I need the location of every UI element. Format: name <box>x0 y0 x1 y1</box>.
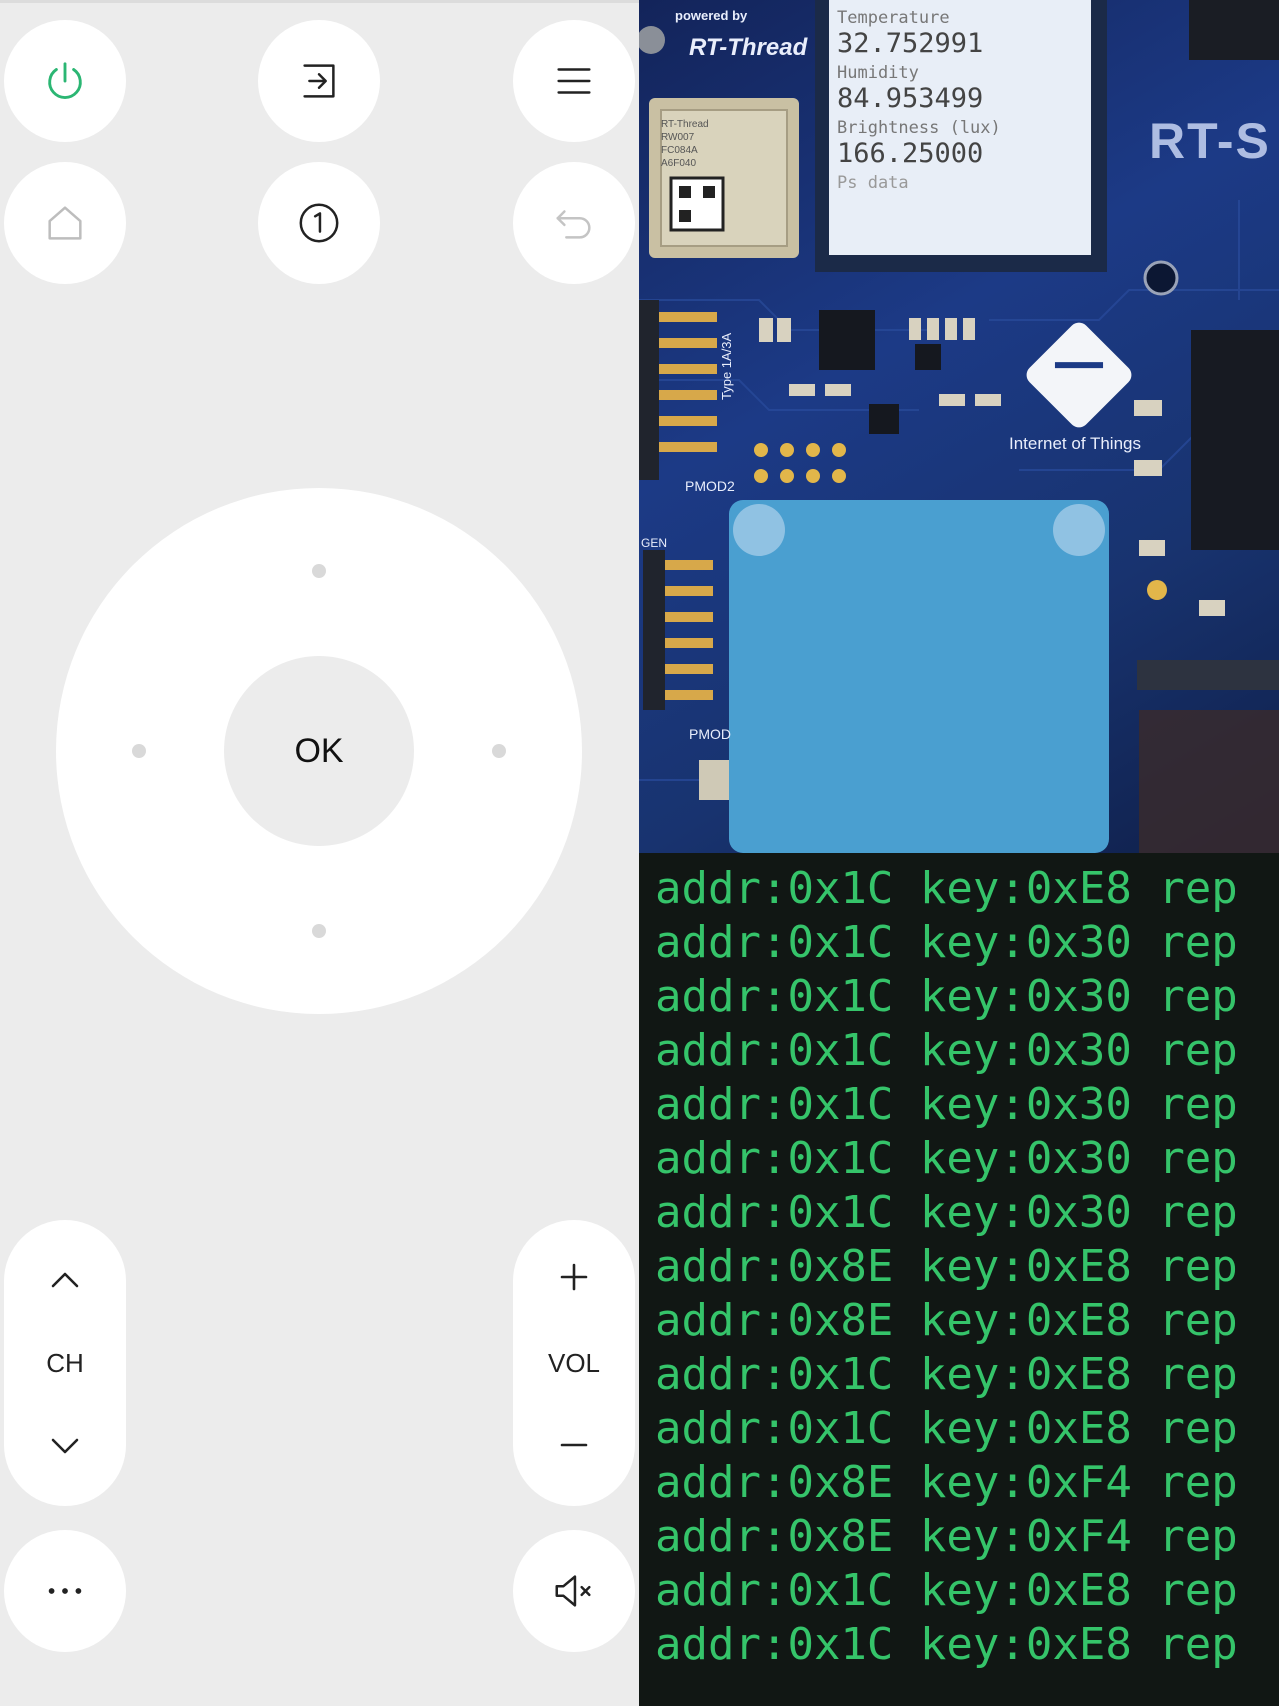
more-button[interactable] <box>4 1530 126 1652</box>
terminal-line: addr:0x1C key:0x30 rep <box>655 1187 1238 1238</box>
more-icon <box>48 1588 82 1594</box>
channel-control: CH <box>4 1220 126 1506</box>
channel-label: CH <box>46 1347 84 1378</box>
volume-up-button[interactable] <box>513 1242 635 1312</box>
dpad-down-dot <box>312 924 326 938</box>
lcd-ps-label: Ps data <box>837 173 909 193</box>
type-label: Type 1A/3A <box>719 332 734 400</box>
lcd-screen: Temperature 32.752991 Humidity 84.953499… <box>837 8 1087 193</box>
lcd-humidity-value: 84.953499 <box>837 83 984 114</box>
home-button[interactable] <box>4 162 126 284</box>
chevron-down-icon <box>51 1438 79 1454</box>
chevron-up-icon <box>51 1272 79 1288</box>
input-button[interactable] <box>258 20 380 142</box>
power-icon <box>48 62 82 99</box>
number-one-icon <box>299 203 339 243</box>
board-name-label: RT-S <box>1149 113 1271 169</box>
channel-down-button[interactable] <box>4 1410 126 1480</box>
gen-label: GEN <box>641 536 668 550</box>
pmod2-label: PMOD2 <box>685 478 735 494</box>
terminal-line: addr:0x8E key:0xE8 rep <box>655 1241 1238 1292</box>
lcd-brightness-label: Brightness (lux) <box>837 118 1001 138</box>
power-button[interactable] <box>4 20 126 142</box>
iot-label: Internet of Things <box>1009 434 1141 453</box>
input-icon <box>303 64 335 98</box>
divider <box>0 0 639 3</box>
serial-terminal: addr:0x1C key:0xE8 rep addr:0x1C key:0x3… <box>639 853 1279 1706</box>
mute-button[interactable] <box>513 1530 635 1652</box>
terminal-line: addr:0x1C key:0xE8 rep <box>655 1619 1238 1670</box>
dpad-up-dot <box>312 564 326 578</box>
rt-thread-brand: RT-Thread <box>689 34 808 61</box>
lcd-humidity-label: Humidity <box>837 63 919 83</box>
terminal-line: addr:0x1C key:0xE8 rep <box>655 1565 1238 1616</box>
wifi-module-label: RT-Thread RW007 FC084A A6F040 <box>661 119 709 169</box>
right-panel: powered by RT-Thread Temperature 32.7529… <box>639 0 1279 1706</box>
terminal-line: addr:0x8E key:0xF4 rep <box>655 1511 1238 1562</box>
home-icon <box>48 206 82 240</box>
remote-control-panel: OK CH VOL <box>0 0 639 1706</box>
dpad-right-dot <box>492 744 506 758</box>
board-photo: powered by RT-Thread Temperature 32.7529… <box>639 0 1279 853</box>
terminal-line: addr:0x1C key:0x30 rep <box>655 917 1238 968</box>
terminal-line: addr:0x1C key:0xE8 rep <box>655 1349 1238 1400</box>
dpad-left-dot <box>132 744 146 758</box>
terminal-line: addr:0x1C key:0x30 rep <box>655 1025 1238 1076</box>
terminal-line: addr:0x1C key:0xE8 rep <box>655 863 1238 914</box>
lcd-temperature-value: 32.752991 <box>837 28 984 59</box>
plus-icon <box>560 1263 588 1291</box>
channel-up-button[interactable] <box>4 1246 126 1316</box>
powered-by-label: powered by <box>675 8 748 23</box>
terminal-line: addr:0x8E key:0xE8 rep <box>655 1295 1238 1346</box>
back-button[interactable] <box>513 162 635 284</box>
number-button[interactable] <box>258 162 380 284</box>
ok-button[interactable]: OK <box>224 656 414 846</box>
minus-icon <box>560 1443 588 1447</box>
terminal-line: addr:0x1C key:0x30 rep <box>655 1079 1238 1130</box>
lcd-brightness-value: 166.25000 <box>837 138 984 169</box>
terminal-line: addr:0x1C key:0x30 rep <box>655 1133 1238 1184</box>
volume-label: VOL <box>547 1347 601 1378</box>
lcd-temperature-label: Temperature <box>837 8 950 28</box>
volume-down-button[interactable] <box>513 1410 635 1480</box>
mute-icon <box>555 1575 591 1607</box>
pmod-label: PMOD <box>689 726 731 742</box>
volume-control: VOL <box>513 1220 635 1506</box>
direction-pad: OK <box>56 488 582 1014</box>
menu-icon <box>557 68 591 94</box>
terminal-line: addr:0x1C key:0x30 rep <box>655 971 1238 1022</box>
back-icon <box>556 210 591 239</box>
terminal-line: addr:0x1C key:0xE8 rep <box>655 1403 1238 1454</box>
menu-button[interactable] <box>513 20 635 142</box>
terminal-line: addr:0x8E key:0xF4 rep <box>655 1457 1238 1508</box>
